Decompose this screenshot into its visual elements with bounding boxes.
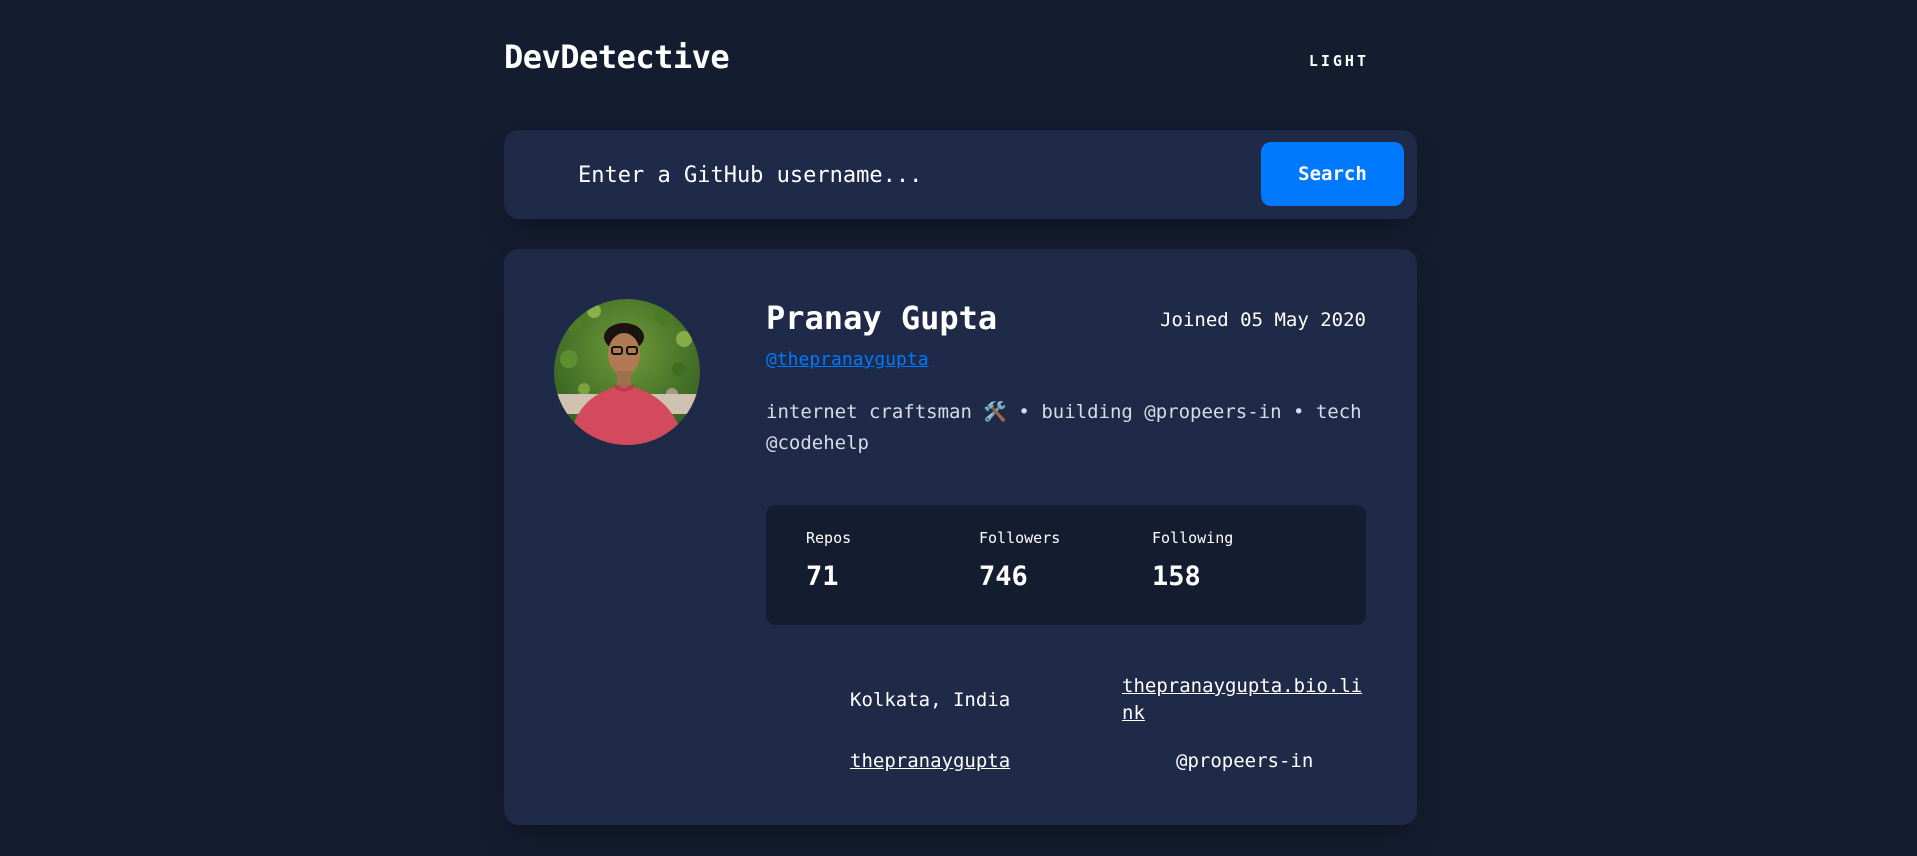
website-link-line2: nk — [1122, 702, 1145, 724]
search-button[interactable]: Search — [1261, 142, 1404, 206]
theme-toggle-button[interactable]: LIGHT — [1309, 52, 1369, 70]
profile-links: Kolkata, India thepranaygupta.bio.li nk … — [766, 673, 1366, 793]
search-bar: Search — [504, 130, 1417, 219]
theme-toggle-label: LIGHT — [1308, 52, 1369, 70]
header: DevDetective LIGHT — [504, 38, 1417, 84]
link-icon — [1084, 687, 1104, 707]
stat-repos-value: 71 — [806, 561, 839, 592]
twitter-item[interactable]: thepranaygupta — [812, 748, 1010, 775]
profile-card: Pranay Gupta Joined 05 May 2020 @thepran… — [504, 249, 1417, 825]
search-input[interactable] — [578, 152, 1218, 198]
location-text: Kolkata, India — [850, 689, 1011, 711]
stat-repos: Repos 71 — [806, 529, 851, 592]
website-link-line1: thepranaygupta.bio.li — [1122, 675, 1363, 697]
stat-followers: Followers 746 — [979, 529, 1060, 592]
joined-date: Joined 05 May 2020 — [1160, 309, 1366, 331]
stat-following: Following 158 — [1152, 529, 1233, 592]
stat-following-label: Following — [1152, 529, 1234, 547]
profile-bio: internet craftsman 🛠️ • building @propee… — [766, 401, 1362, 454]
stats-panel: Repos 71 Followers 746 Following 158 — [766, 505, 1366, 625]
location-pin-icon — [812, 691, 832, 711]
stat-following-value: 158 — [1152, 561, 1201, 592]
twitter-link[interactable]: thepranaygupta — [850, 748, 1010, 775]
stat-followers-value: 746 — [979, 561, 1028, 592]
search-icon — [536, 162, 560, 186]
stat-repos-label: Repos — [806, 529, 852, 547]
profile-name: Pranay Gupta — [766, 299, 998, 337]
app-logo: DevDetective — [504, 38, 730, 76]
profile-username-link[interactable]: @thepranaygupta — [766, 349, 929, 370]
company-item: @propeers-in — [1138, 748, 1313, 775]
twitter-icon — [812, 752, 832, 772]
website-link[interactable]: thepranaygupta.bio.li nk — [1122, 673, 1362, 727]
location-item: Kolkata, India — [812, 687, 1010, 714]
website-item[interactable]: thepranaygupta.bio.li nk — [1084, 673, 1362, 727]
company-text: @propeers-in — [1176, 750, 1314, 772]
stat-followers-label: Followers — [979, 529, 1061, 547]
building-icon — [1138, 752, 1158, 772]
avatar — [554, 299, 700, 445]
